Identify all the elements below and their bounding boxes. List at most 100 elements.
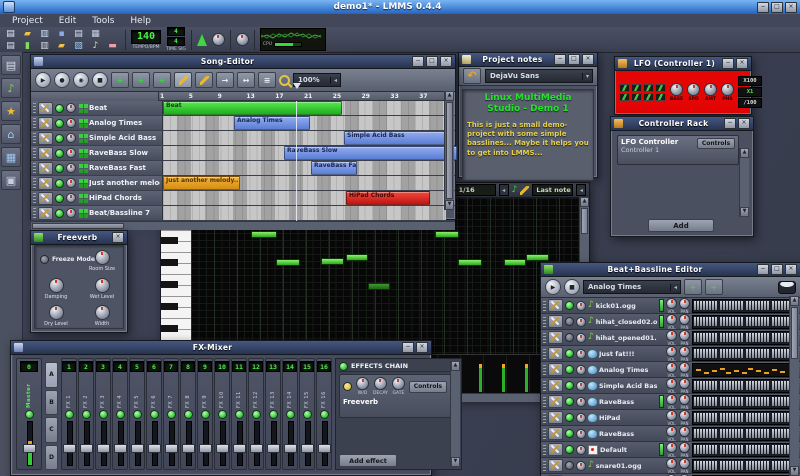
room-size-knob-group[interactable]: Room Size <box>87 250 117 272</box>
channel-fader[interactable] <box>250 421 263 466</box>
freeverb-close[interactable]: × <box>112 232 124 243</box>
song-editor-minimize[interactable]: − <box>412 56 424 67</box>
song-track-head[interactable]: HiPad Chords <box>31 191 163 205</box>
bank-c-button[interactable]: C <box>45 417 58 443</box>
add-bb-pattern-button[interactable]: + <box>705 279 723 295</box>
scroll-thumb[interactable] <box>791 307 798 359</box>
beat-step[interactable] <box>738 397 740 406</box>
beat-step[interactable] <box>697 461 699 470</box>
controller-rack-close[interactable]: × <box>738 118 750 129</box>
project-notes-maximize[interactable]: □ <box>568 54 580 65</box>
lfo-base-knob[interactable] <box>670 83 683 96</box>
beat-step[interactable] <box>712 413 714 422</box>
toggle-fx-mixer-button[interactable]: ▧ <box>71 40 86 51</box>
track-grip[interactable] <box>33 193 36 203</box>
track-knob[interactable] <box>576 397 586 407</box>
track-grip[interactable] <box>33 178 36 188</box>
beat-step[interactable] <box>735 461 737 470</box>
track-actions-button[interactable] <box>548 427 563 440</box>
menu-tools[interactable]: Tools <box>84 16 122 26</box>
beat-step[interactable] <box>700 445 702 454</box>
master-fader[interactable] <box>23 421 36 466</box>
fader-handle[interactable] <box>233 444 246 453</box>
beat-step[interactable] <box>723 445 725 454</box>
fader-handle[interactable] <box>284 444 297 453</box>
beat-step[interactable] <box>746 413 748 422</box>
fx-channel-strip[interactable]: 8FX 8 <box>180 358 196 470</box>
track-actions-button[interactable] <box>38 192 53 205</box>
beat-step[interactable] <box>729 317 731 326</box>
track-grip[interactable] <box>543 333 546 343</box>
beat-step[interactable] <box>703 429 705 438</box>
beat-step[interactable] <box>709 413 711 422</box>
beat-step[interactable] <box>697 413 699 422</box>
track-actions-button[interactable] <box>548 459 563 472</box>
channel-mute-led[interactable] <box>65 410 74 419</box>
beat-step[interactable] <box>749 333 751 342</box>
track-actions-button[interactable] <box>548 379 563 392</box>
beat-step[interactable] <box>772 381 774 390</box>
beat-step[interactable] <box>761 381 763 390</box>
beat-step[interactable] <box>735 429 737 438</box>
project-notes-minimize[interactable]: − <box>554 54 566 65</box>
beat-step[interactable] <box>697 397 699 406</box>
beat-step[interactable] <box>752 445 754 454</box>
volume-knob[interactable] <box>666 410 677 421</box>
beat-step[interactable] <box>758 349 760 358</box>
beat-step[interactable] <box>749 381 751 390</box>
wet-dry-knob[interactable] <box>356 377 369 390</box>
beat-step[interactable] <box>706 397 708 406</box>
volume-knob-group[interactable]: VOL <box>666 362 677 378</box>
beat-step[interactable] <box>723 333 725 342</box>
beat-step[interactable] <box>723 301 725 310</box>
track-mute-led[interactable] <box>565 333 574 342</box>
beat-step[interactable] <box>746 397 748 406</box>
song-track-lane[interactable] <box>163 206 446 220</box>
exponential-wave-button[interactable] <box>631 93 642 101</box>
song-pattern[interactable]: Analog Times <box>234 116 310 130</box>
beat-step[interactable] <box>729 333 731 342</box>
add-effect-button[interactable]: Add effect <box>339 454 397 467</box>
beat-step[interactable] <box>778 445 780 454</box>
beat-step[interactable] <box>761 397 763 406</box>
lfo-multiplier-div100[interactable]: /100 <box>738 98 762 108</box>
beat-step[interactable] <box>781 317 783 326</box>
beat-step[interactable] <box>752 301 754 310</box>
track-actions-button[interactable] <box>548 395 563 408</box>
song-editor-titlebar[interactable]: Song-Editor − □ × <box>31 55 455 69</box>
velocity-bar[interactable] <box>525 364 528 392</box>
toggle-controller-rack-button[interactable]: ▬ <box>105 40 120 51</box>
fader-handle[interactable] <box>131 444 144 453</box>
pan-knob-group[interactable]: PAN <box>679 378 690 394</box>
fader-handle[interactable] <box>148 444 161 453</box>
scroll-up-arrow[interactable]: ▲ <box>451 361 460 371</box>
fader-handle[interactable] <box>114 444 127 453</box>
beat-step[interactable] <box>778 301 780 310</box>
beat-step[interactable] <box>784 461 786 470</box>
beat-step[interactable] <box>775 381 777 390</box>
beat-step[interactable] <box>784 397 786 406</box>
controller-controls-button[interactable]: Controls <box>697 138 735 149</box>
fx-channel-strip[interactable]: 13FX 13 <box>265 358 281 470</box>
beat-step[interactable] <box>778 333 780 342</box>
controller-rack-scrollbar[interactable]: ▲ ▼ <box>739 148 749 217</box>
track-mute-led[interactable] <box>565 317 574 326</box>
track-volume-knob[interactable] <box>66 193 76 203</box>
sidebar-computer-button[interactable]: ▦ <box>1 147 21 167</box>
beat-step[interactable] <box>741 445 743 454</box>
beat-step[interactable] <box>712 333 714 342</box>
volume-knob-group[interactable]: VOL <box>666 442 677 458</box>
beat-step[interactable] <box>723 461 725 470</box>
track-grip[interactable] <box>543 445 546 455</box>
beat-step[interactable] <box>709 397 711 406</box>
effect-enable-led[interactable] <box>343 382 352 391</box>
beat-step[interactable] <box>758 317 760 326</box>
beat-step[interactable] <box>758 413 760 422</box>
volume-knob-group[interactable]: VOL <box>666 394 677 410</box>
fader-handle[interactable] <box>165 444 178 453</box>
volume-knob[interactable] <box>666 394 677 405</box>
beat-step[interactable] <box>700 429 702 438</box>
track-actions-button[interactable] <box>548 363 563 376</box>
beat-step[interactable] <box>732 413 734 422</box>
song-track-head[interactable]: Simple Acid Bass <box>31 131 163 145</box>
